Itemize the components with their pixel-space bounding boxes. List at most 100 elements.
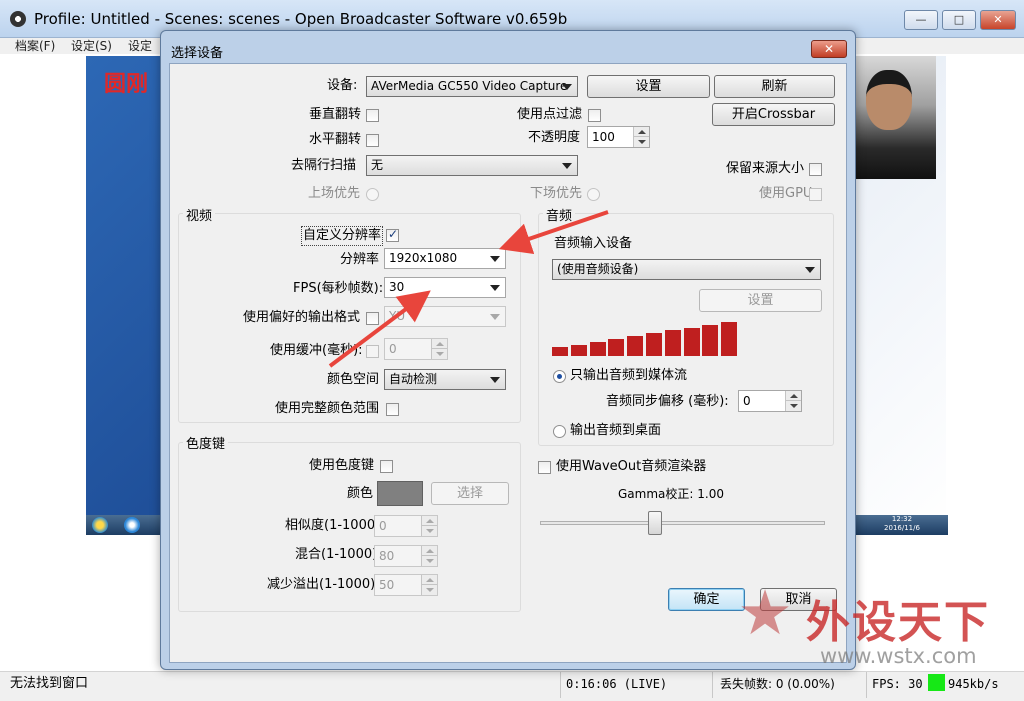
preferred-output-select[interactable]: YU [384,306,506,327]
menu-settings-2[interactable]: 设定 [128,38,152,54]
keep-source-size-label: 保留来源大小 [726,161,805,176]
menu-settings[interactable]: 设定(S) [71,38,112,54]
buffering-checkbox[interactable] [366,345,379,358]
point-filter-checkbox[interactable] [588,109,601,122]
spin-down-icon[interactable] [431,349,447,359]
spin-up-icon[interactable] [421,575,437,585]
audio-meter-bar [570,345,587,356]
audio-input-select[interactable]: (使用音频设备) [552,259,821,280]
resolution-select[interactable]: 1920x1080 [384,248,506,269]
spin-down-icon[interactable] [633,137,649,147]
crossbar-button[interactable]: 开启Crossbar [712,103,835,126]
fps-status-indicator [928,674,945,691]
tray-clock-time: 12:32 [891,515,913,523]
bottom-field-first-radio[interactable] [587,188,600,201]
flip-vertical-checkbox[interactable] [366,109,379,122]
gamma-label-text: Gamma校正: [618,487,694,501]
deinterlace-select[interactable]: 无 [366,155,578,176]
use-gpu-checkbox[interactable] [809,188,822,201]
waveout-checkbox[interactable] [538,461,551,474]
spill-spinner[interactable]: 50 [374,574,438,596]
ie-icon [124,517,140,533]
minimize-button[interactable]: — [904,10,938,30]
close-button[interactable]: ✕ [980,10,1016,30]
deinterlace-value: 无 [371,158,384,172]
spin-down-icon[interactable] [421,526,437,536]
audio-group-title: 音频 [543,205,576,224]
bitrate-readout: 945kb/s [948,677,999,691]
chevron-down-icon [490,285,500,291]
resolution-label: 分辨率 [340,252,380,267]
sync-offset-value: 0 [743,394,751,408]
audio-meter-bar [683,328,700,356]
gamma-slider-thumb[interactable] [648,511,662,535]
spin-down-icon[interactable] [421,556,437,566]
color-space-value: 自动检测 [389,372,438,386]
color-swatch[interactable] [377,481,423,506]
spin-up-icon[interactable] [633,127,649,137]
flip-vertical-label: 垂直翻转 [309,107,362,122]
spin-up-icon[interactable] [431,339,447,349]
audio-meter-bar [608,339,625,356]
select-color-button[interactable]: 选择 [431,482,509,505]
blend-spinner[interactable]: 80 [374,545,438,567]
output-stream-only-radio[interactable] [553,370,566,383]
similarity-spinner[interactable]: 0 [374,515,438,537]
preferred-output-label: 使用偏好的输出格式 [243,310,361,325]
obs-logo-icon [10,11,26,27]
similarity-label: 相似度(1-1000): [285,518,385,533]
full-range-label: 使用完整颜色范围 [275,401,380,416]
refresh-button[interactable]: 刷新 [714,75,835,98]
custom-resolution-checkbox[interactable] [386,227,399,242]
chevron-down-icon [490,314,500,320]
audio-meter-bar [589,342,606,356]
top-field-first-radio[interactable] [366,188,379,201]
spin-up-icon[interactable] [785,391,801,401]
fps-select[interactable]: 30 [384,277,506,298]
spin-up-icon[interactable] [421,546,437,556]
gamma-value: 1.00 [697,487,724,501]
opacity-spinner[interactable]: 100 [587,126,650,148]
color-space-select[interactable]: 自动检测 [384,369,506,390]
buffering-label: 使用缓冲(毫秒): [270,343,363,358]
preferred-output-checkbox[interactable] [366,312,379,325]
audio-config-button[interactable]: 设置 [699,289,822,312]
blend-label: 混合(1-1000): [295,547,382,562]
watermark-star-icon: ★ [737,576,793,649]
statusbar [0,671,1024,701]
waveout-label: 使用WaveOut音频渲染器 [556,459,707,474]
gamma-label: Gamma校正: 1.00 [618,485,724,503]
use-color-key-checkbox[interactable] [380,460,393,473]
spin-down-icon[interactable] [785,401,801,411]
bottom-field-first-label: 下场优先 [530,186,583,201]
point-filter-label: 使用点过滤 [517,107,583,122]
start-orb-icon [92,517,108,533]
device-select[interactable]: AVerMedia GC550 Video Capture [366,76,578,97]
resolution-value: 1920x1080 [389,251,458,265]
full-range-checkbox[interactable] [386,403,399,416]
color-key-group-title: 色度键 [183,433,229,452]
spill-label: 减少溢出(1-1000): [267,577,380,592]
dialog-close-button[interactable]: ✕ [811,40,847,58]
use-gpu-label: 使用GPU [759,186,813,201]
chevron-down-icon [562,84,572,90]
gamma-slider-track[interactable] [540,521,825,525]
spin-down-icon[interactable] [421,585,437,595]
audio-meter-bar [721,322,738,356]
maximize-button[interactable]: □ [942,10,976,30]
audio-input-label: 音频输入设备 [554,236,633,251]
spin-up-icon[interactable] [421,516,437,526]
menu-file[interactable]: 档案(F) [15,38,55,54]
tray-clock: 12:32 2016/11/6 [882,515,922,533]
sync-offset-spinner[interactable]: 0 [738,390,802,412]
buffering-value: 0 [389,342,397,356]
flip-horizontal-checkbox[interactable] [366,134,379,147]
audio-meter-bar [627,336,644,356]
buffering-spinner[interactable]: 0 [384,338,448,360]
chevron-down-icon [490,377,500,383]
keep-source-size-checkbox[interactable] [809,163,822,176]
device-config-button[interactable]: 设置 [587,75,710,98]
output-desktop-radio[interactable] [553,425,566,438]
audio-meter-bar [664,330,681,356]
blend-value: 80 [379,549,395,563]
